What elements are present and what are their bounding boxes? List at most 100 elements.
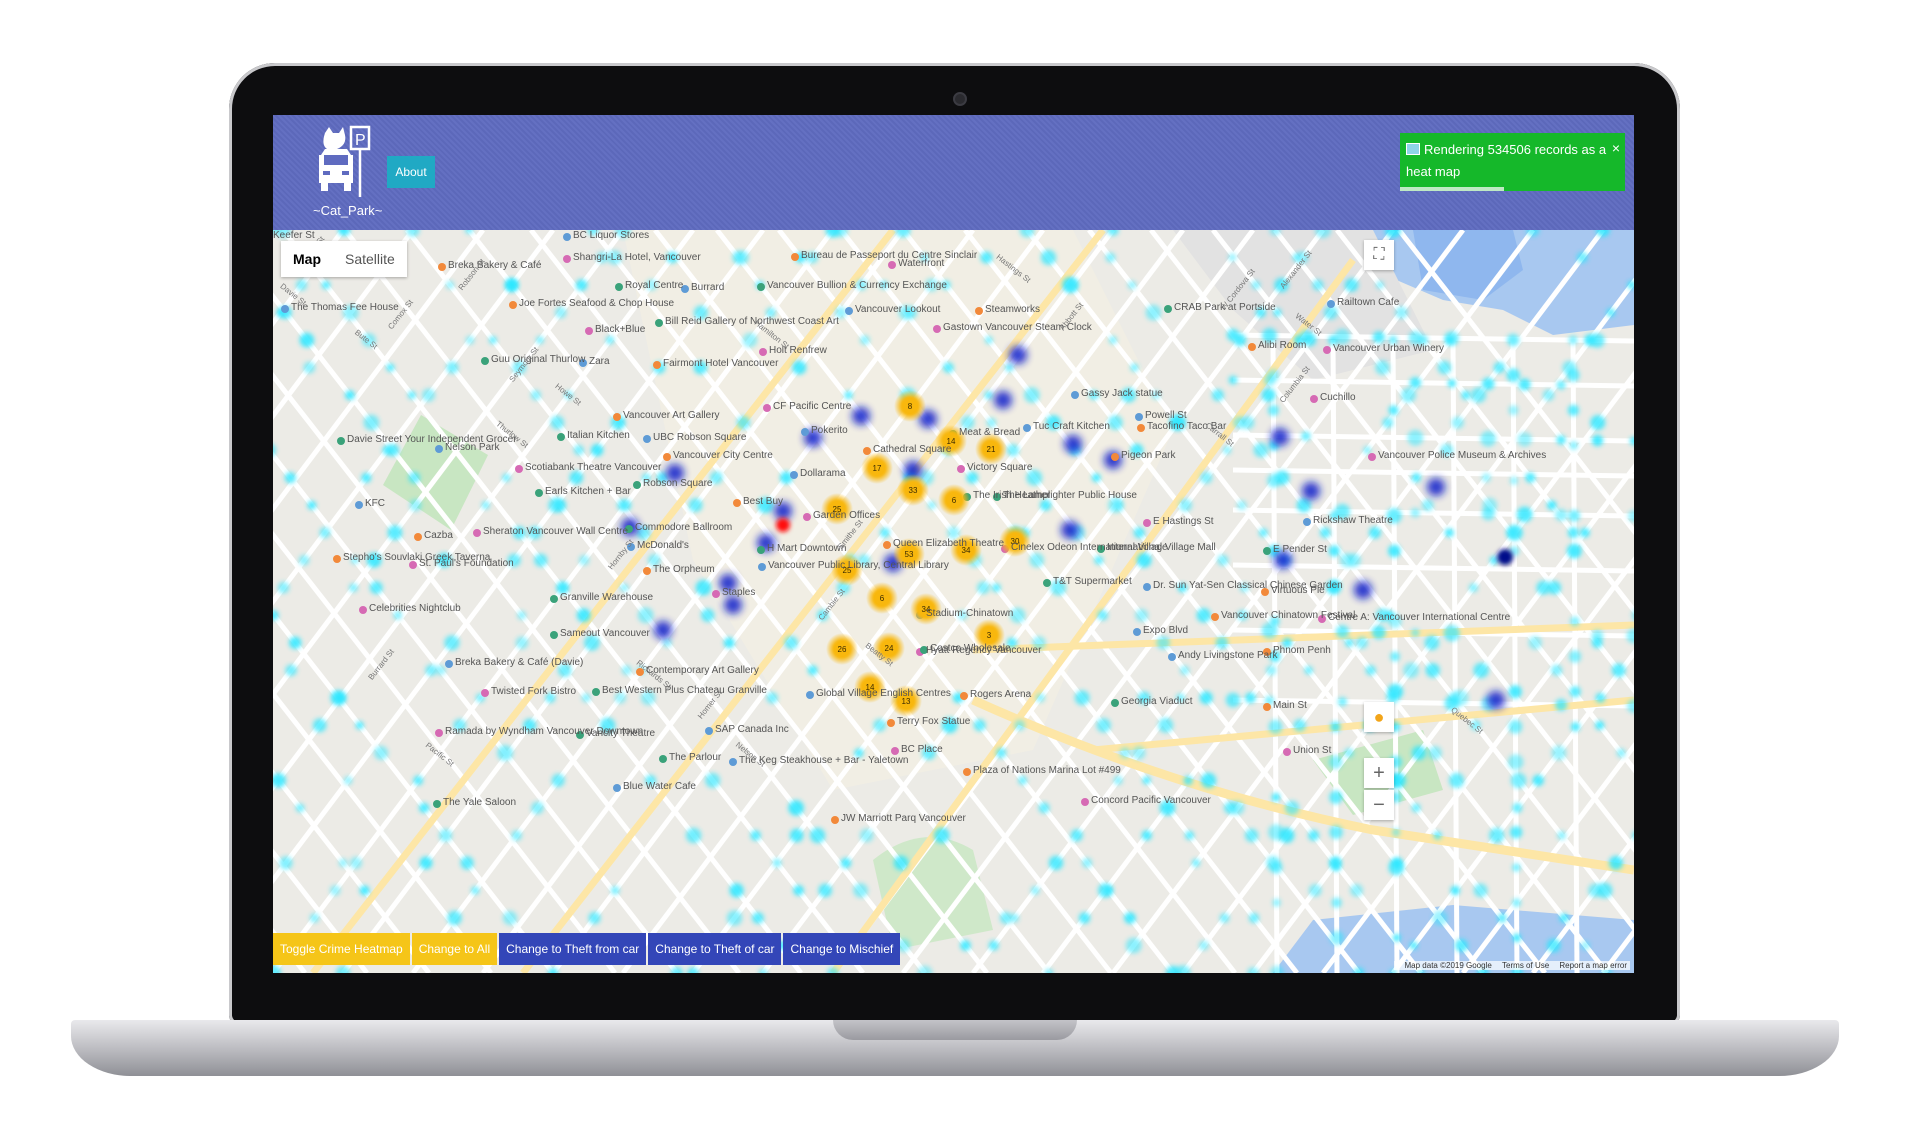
map-svg[interactable]: 8 14 21 17 33 25 6 30 53 34 25 6 34 3 26 24 14 13: [273, 230, 1634, 973]
map-canvas[interactable]: 8 14 21 17 33 25 6 30 53 34 25 6 34 3 26 24 14 13 BC Liqu…: [273, 230, 1634, 973]
heat-point: [1245, 692, 1256, 704]
heat-point: [1596, 882, 1613, 899]
crime-cluster-marker: 6: [866, 582, 898, 614]
fullscreen-icon[interactable]: ⛶: [1364, 240, 1394, 270]
heat-point: [1201, 772, 1217, 789]
heat-point: [1512, 863, 1521, 872]
poi-pin-icon: [729, 758, 737, 766]
heat-point: [1382, 417, 1394, 428]
map-data-credit: Map data ©2019 Google: [1404, 961, 1492, 970]
pegman-icon[interactable]: ●: [1364, 702, 1394, 732]
heat-point: [511, 830, 522, 841]
heat-point: [1517, 432, 1532, 447]
app-header: P ~Cat_Park~ About Rendering 534506 reco…: [273, 115, 1634, 230]
heat-hotspot: [719, 574, 737, 592]
heat-point: [329, 885, 341, 896]
heat-point: [1200, 471, 1213, 484]
heat-point: [1595, 692, 1606, 703]
heat-point: [1595, 720, 1605, 730]
heat-point: [1274, 277, 1289, 293]
heat-point: [425, 664, 437, 677]
change-to-all-button[interactable]: Change to All: [411, 933, 498, 965]
heat-point: [1616, 748, 1626, 758]
heat-point: [1269, 651, 1281, 662]
cat-park-logo-icon[interactable]: P: [317, 125, 373, 199]
heat-point: [1444, 331, 1459, 346]
heat-point: [666, 251, 679, 264]
heat-point: [502, 473, 511, 482]
poi-pin-icon: [359, 606, 367, 614]
heat-hotspot: [654, 621, 672, 639]
heat-point: [859, 828, 874, 843]
heat-point: [1018, 775, 1028, 785]
heat-point: [1175, 693, 1185, 703]
heat-point: [1569, 686, 1581, 698]
about-button[interactable]: About: [387, 156, 435, 188]
heat-point: [295, 279, 308, 291]
crime-cluster-marker: 14: [854, 671, 886, 703]
poi-pin-icon: [1111, 453, 1119, 461]
heat-point: [1547, 500, 1557, 511]
heat-point: [465, 335, 475, 345]
heat-point: [984, 390, 993, 400]
poi-pin-icon: [653, 361, 661, 369]
poi-pin-icon: [636, 668, 644, 676]
heat-point: [1198, 940, 1209, 951]
heat-point: [607, 250, 622, 265]
heat-point: [447, 910, 462, 926]
heat-point: [1328, 580, 1341, 593]
poi-pin-icon: [1211, 613, 1219, 621]
heat-point: [1005, 363, 1014, 372]
heat-point: [693, 305, 708, 320]
poi-pin-icon: [655, 319, 663, 327]
heat-point: [1372, 331, 1385, 344]
poi-pin-icon: [585, 327, 593, 335]
heat-point: [853, 883, 868, 898]
heat-point: [1010, 607, 1026, 623]
poi-pin-icon: [1137, 424, 1145, 432]
heat-point: [1026, 469, 1043, 486]
cluster-count: 53: [905, 550, 914, 559]
heat-point: [757, 497, 774, 514]
notification-progress-bar: [1400, 187, 1504, 191]
zoom-in-button[interactable]: +: [1364, 758, 1394, 788]
heat-point: [558, 663, 572, 677]
map-type-satellite[interactable]: Satellite: [333, 241, 407, 277]
poi-pin-icon: [281, 305, 289, 313]
close-icon[interactable]: ×: [1612, 137, 1620, 159]
heat-point: [792, 360, 807, 375]
change-to-theft-from-car-button[interactable]: Change to Theft from car: [499, 933, 647, 965]
heat-point: [1228, 253, 1237, 262]
report-error-link[interactable]: Report a map error: [1559, 961, 1627, 970]
heat-point: [1444, 528, 1454, 538]
cluster-count: 33: [909, 486, 918, 495]
heat-point: [1507, 754, 1524, 770]
poi-pin-icon: [957, 465, 965, 473]
heat-point: [709, 471, 723, 485]
crime-cluster-marker: 13: [890, 685, 922, 717]
change-to-theft-of-car-button[interactable]: Change to Theft of car: [648, 933, 782, 965]
poi-pin-icon: [993, 493, 1001, 501]
heat-point: [1038, 802, 1050, 814]
heat-point: [1580, 940, 1591, 951]
heat-point: [835, 306, 847, 319]
terms-link[interactable]: Terms of Use: [1502, 961, 1549, 970]
heat-point: [409, 499, 422, 512]
heat-point: [436, 552, 452, 568]
heat-point: [859, 335, 870, 346]
heat-point: [806, 251, 819, 264]
poi-pin-icon: [433, 800, 441, 808]
heat-point: [921, 745, 936, 760]
heat-point: [1125, 937, 1142, 954]
heat-point: [312, 718, 327, 733]
toggle-crime-heatmap-button[interactable]: Toggle Crime Heatmap: [273, 933, 410, 965]
map-type-map[interactable]: Map: [281, 241, 333, 277]
heat-point: [338, 858, 348, 868]
zoom-out-button[interactable]: −: [1364, 790, 1394, 820]
heat-point: [350, 556, 359, 565]
change-to-mischief-button[interactable]: Change to Mischief: [783, 933, 901, 965]
cluster-count: 14: [947, 437, 956, 446]
heat-point: [295, 803, 305, 813]
heat-point: [1308, 830, 1319, 841]
heat-point: [685, 827, 702, 844]
